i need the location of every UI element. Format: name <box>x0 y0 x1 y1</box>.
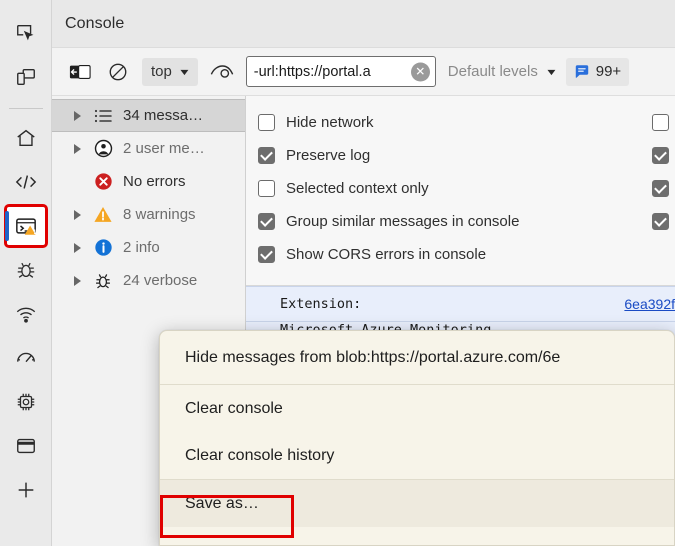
log-levels-selector[interactable]: Default levels ▼ <box>446 63 558 80</box>
checkbox[interactable] <box>652 180 669 197</box>
sidebar-item-errors[interactable]: No errors <box>52 165 245 198</box>
sidebar-item-user-messages[interactable]: 2 user me… <box>52 132 245 165</box>
activity-bar-divider <box>8 108 43 109</box>
elements-code-icon[interactable] <box>7 163 45 201</box>
menu-item-label: Clear console history <box>185 446 335 464</box>
setting-group-similar[interactable]: Group similar messages in console <box>246 205 675 238</box>
sidebar-item-all-messages[interactable]: 34 messa… <box>52 99 245 132</box>
menu-item-hide-messages[interactable]: Hide messages from blob:https://portal.a… <box>160 331 674 384</box>
bug-icon <box>92 271 114 290</box>
sidebar-toggle-icon[interactable] <box>66 58 94 86</box>
menu-item-save-as[interactable]: Save as… <box>160 480 674 527</box>
execution-context-selector[interactable]: top ▼ <box>142 57 198 86</box>
sidebar-item-warnings[interactable]: 8 warnings <box>52 198 245 231</box>
secondary-setting-row[interactable] <box>652 106 669 139</box>
sidebar-item-label: No errors <box>123 173 186 190</box>
message-source-link[interactable]: 6ea392f <box>624 296 675 312</box>
disclosure-triangle-icon[interactable] <box>74 243 83 253</box>
checkbox[interactable] <box>258 213 275 230</box>
sidebar-item-label: 8 warnings <box>123 206 196 223</box>
sidebar-item-label: 2 user me… <box>123 140 205 157</box>
debugger-bug-icon[interactable] <box>7 251 45 289</box>
clear-filter-icon[interactable]: ✕ <box>410 62 430 81</box>
issues-bubble-icon <box>575 64 588 78</box>
sidebar-item-verbose[interactable]: 24 verbose <box>52 264 245 297</box>
menu-item-clear-console-history[interactable]: Clear console history <box>160 432 674 479</box>
filter-value: -url:https://portal.a <box>253 63 371 80</box>
setting-label: Selected context only <box>286 180 429 197</box>
devtools-window: Console top ▼ -url:https://portal.a ✕ De… <box>0 0 675 546</box>
info-icon <box>92 238 114 257</box>
log-levels-label: Default levels <box>447 63 538 80</box>
chevron-down-icon: ▼ <box>544 66 558 77</box>
setting-hide-network[interactable]: Hide network <box>246 106 675 139</box>
list-icon <box>92 109 114 123</box>
settings-secondary-column <box>652 106 669 238</box>
application-window-icon[interactable] <box>7 427 45 465</box>
console-icon[interactable] <box>3 204 48 248</box>
checkbox[interactable] <box>652 147 669 164</box>
setting-label: Hide network <box>286 114 374 131</box>
disclosure-triangle-icon[interactable] <box>74 144 83 154</box>
secondary-setting-row[interactable] <box>652 172 669 205</box>
more-tools-plus-icon[interactable] <box>7 471 45 509</box>
execution-context-value: top <box>151 63 172 80</box>
console-message-row[interactable]: Extension: 6ea392f <box>246 286 675 322</box>
performance-gauge-icon[interactable] <box>7 339 45 377</box>
checkbox[interactable] <box>258 147 275 164</box>
issues-count: 99+ <box>595 63 622 80</box>
chevron-down-icon: ▼ <box>177 66 192 77</box>
user-message-icon <box>92 139 114 158</box>
setting-show-cors-errors[interactable]: Show CORS errors in console <box>246 238 675 271</box>
setting-label: Preserve log <box>286 147 371 164</box>
menu-item-label: Hide messages from blob:https://portal.a… <box>185 348 561 366</box>
secondary-setting-row[interactable] <box>652 205 669 238</box>
message-text: Extension: <box>280 296 362 312</box>
setting-label: Show CORS errors in console <box>286 246 487 263</box>
network-wifi-icon[interactable] <box>7 295 45 333</box>
disclosure-triangle-icon[interactable] <box>74 111 83 121</box>
tab-console[interactable]: Console <box>65 15 124 33</box>
panel-titlebar: Console <box>52 0 675 48</box>
warning-icon <box>92 205 114 224</box>
checkbox[interactable] <box>258 246 275 263</box>
console-filter-input[interactable]: -url:https://portal.a ✕ <box>245 56 436 87</box>
checkbox[interactable] <box>258 180 275 197</box>
disclosure-triangle-icon[interactable] <box>74 276 83 286</box>
checkbox[interactable] <box>652 114 669 131</box>
live-expression-eye-icon[interactable] <box>208 58 236 86</box>
sidebar-item-label: 2 info <box>123 239 160 256</box>
menu-item-label: Save as… <box>185 494 259 512</box>
sidebar-item-info[interactable]: 2 info <box>52 231 245 264</box>
home-icon[interactable] <box>7 119 45 157</box>
clear-console-icon[interactable] <box>104 58 132 86</box>
device-emulation-icon[interactable] <box>7 58 45 96</box>
setting-selected-context-only[interactable]: Selected context only <box>246 172 675 205</box>
menu-item-clear-console[interactable]: Clear console <box>160 385 674 432</box>
sidebar-item-label: 24 verbose <box>123 272 198 289</box>
inspect-element-icon[interactable] <box>7 14 45 52</box>
setting-label: Group similar messages in console <box>286 213 520 230</box>
checkbox[interactable] <box>652 213 669 230</box>
context-menu: Hide messages from blob:https://portal.a… <box>159 330 675 546</box>
disclosure-triangle-icon[interactable] <box>74 210 83 220</box>
setting-preserve-log[interactable]: Preserve log <box>246 139 675 172</box>
secondary-setting-row[interactable] <box>652 139 669 172</box>
menu-item-label: Clear console <box>185 399 283 417</box>
error-icon <box>92 172 114 191</box>
issues-counter-button[interactable]: 99+ <box>565 57 630 86</box>
console-settings-pane: Hide network Preserve log Selected conte… <box>246 96 675 286</box>
sidebar-item-label: 34 messa… <box>123 107 204 124</box>
console-toolbar: top ▼ -url:https://portal.a ✕ Default le… <box>52 48 675 96</box>
checkbox[interactable] <box>258 114 275 131</box>
memory-chip-icon[interactable] <box>7 383 45 421</box>
activity-bar <box>0 0 52 546</box>
